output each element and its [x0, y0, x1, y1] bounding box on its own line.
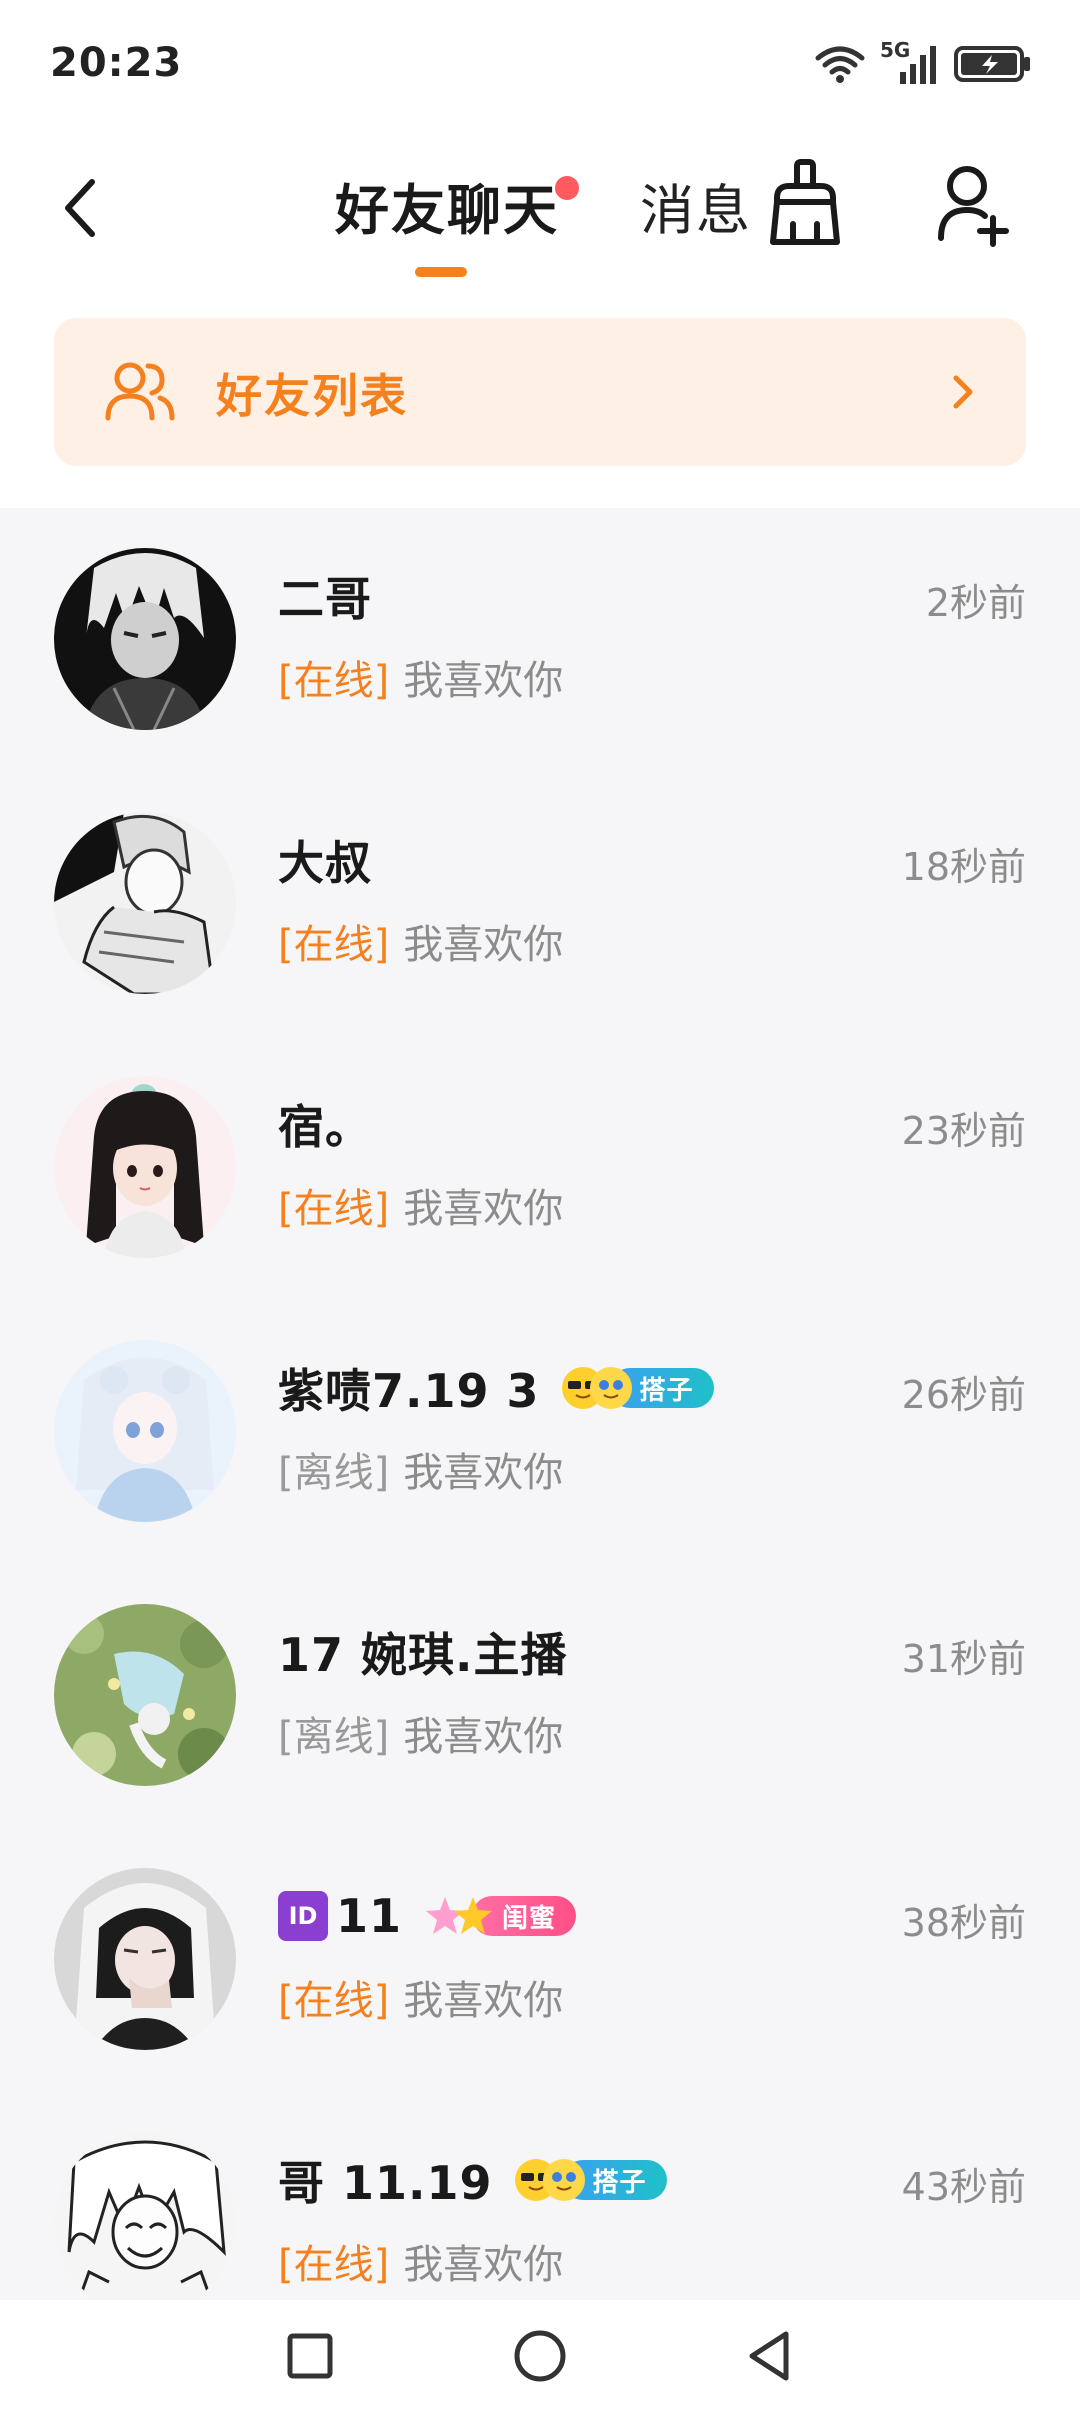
wifi-icon	[815, 46, 865, 83]
chat-item[interactable]: 哥 11.19 搭子 43秒前 [在线] 我喜欢你	[0, 2092, 1080, 2300]
clean-icon	[770, 159, 840, 245]
message-time: 26秒前	[901, 1373, 1026, 1417]
tab-friend-chat-label: 好友聊天	[335, 178, 559, 242]
message-preview: [在线] 我喜欢你	[278, 1968, 563, 2026]
offline-status: [离线]	[278, 1450, 390, 1496]
friend-list-banner[interactable]: 好友列表	[54, 318, 1026, 466]
online-status: [在线]	[278, 2242, 390, 2288]
avatar	[54, 548, 236, 730]
last-message: 我喜欢你	[403, 2242, 564, 2288]
message-preview: [离线] 我喜欢你	[278, 1440, 563, 1498]
contact-name: 17 婉琪.主播	[278, 1628, 568, 1682]
relationship-tag: 闺蜜	[424, 1894, 577, 1938]
nick-row: 宿。	[278, 1092, 372, 1156]
status-icons: 5G	[814, 38, 1032, 86]
home-icon[interactable]	[508, 2324, 572, 2388]
message-time: 23秒前	[901, 1109, 1026, 1153]
relationship-tag: 搭子	[514, 2158, 667, 2202]
tab-messages[interactable]: 消息	[640, 160, 752, 250]
system-nav-bar	[0, 2300, 1080, 2412]
message-time: 43秒前	[901, 2165, 1026, 2209]
nick-row: 哥 11.19 搭子	[278, 2148, 667, 2212]
add-friend-icon	[938, 166, 1009, 247]
chat-item[interactable]: 宿。 23秒前 [在线] 我喜欢你	[0, 1036, 1080, 1300]
status-time: 20:23	[50, 40, 183, 86]
id-badge: ID	[278, 1891, 328, 1941]
recent-apps-icon[interactable]	[278, 2324, 342, 2388]
unread-dot	[555, 176, 579, 200]
message-preview: [在线] 我喜欢你	[278, 648, 563, 706]
last-message: 我喜欢你	[403, 658, 564, 704]
yellow-star-icon	[452, 1895, 494, 1937]
last-message: 我喜欢你	[403, 1978, 564, 2024]
avatar	[54, 1868, 236, 2050]
avatar	[54, 1604, 236, 1786]
friend-list-label: 好友列表	[216, 369, 408, 423]
active-tab-indicator	[415, 267, 467, 277]
avatar	[54, 1076, 236, 1258]
online-status: [在线]	[278, 1186, 390, 1232]
relationship-tag: 搭子	[561, 1366, 714, 1410]
online-status: [在线]	[278, 1978, 390, 2024]
chat-item[interactable]: ID 11 闺蜜 38秒前 [在线] 我喜欢你	[0, 1828, 1080, 2092]
star-eyes-emoji-icon	[589, 1367, 632, 1409]
message-preview: [在线] 我喜欢你	[278, 912, 563, 970]
contact-name: 紫啧7.19 3	[278, 1364, 540, 1418]
nick-row: 二哥	[278, 564, 372, 628]
message-time: 2秒前	[925, 581, 1026, 625]
online-status: [在线]	[278, 922, 390, 968]
tab-messages-label: 消息	[640, 178, 752, 242]
message-preview: [离线] 我喜欢你	[278, 1704, 563, 1762]
back-nav-icon[interactable]	[738, 2324, 802, 2388]
chat-item[interactable]: 大叔 18秒前 [在线] 我喜欢你	[0, 772, 1080, 1036]
last-message: 我喜欢你	[403, 1714, 564, 1760]
avatar	[54, 2132, 236, 2300]
friends-icon	[105, 362, 175, 421]
contact-name: 哥 11.19	[278, 2156, 493, 2210]
tab-friend-chat[interactable]: 好友聊天	[335, 160, 579, 250]
star-eyes-emoji-icon	[542, 2159, 585, 2201]
chat-list[interactable]: 二哥 2秒前 [在线] 我喜欢你 大叔 18秒前 [在线] 我喜欢你 宿。 23…	[0, 508, 1080, 2300]
nick-row: 17 婉琪.主播	[278, 1620, 568, 1684]
contact-name: 11	[336, 1889, 403, 1943]
add-friend-button[interactable]	[935, 160, 1015, 250]
chevron-right-icon	[953, 375, 973, 409]
contact-name: 宿。	[278, 1100, 372, 1154]
back-icon	[65, 179, 95, 237]
avatar	[54, 812, 236, 994]
cellular-signal-icon: 5G	[880, 38, 940, 86]
last-message: 我喜欢你	[403, 1450, 564, 1496]
chat-item[interactable]: 17 婉琪.主播 31秒前 [离线] 我喜欢你	[0, 1564, 1080, 1828]
clean-button[interactable]	[765, 158, 845, 248]
last-message: 我喜欢你	[403, 1186, 564, 1232]
contact-name: 二哥	[278, 572, 372, 626]
battery-charging-icon	[954, 46, 1030, 82]
nick-row: 紫啧7.19 3 搭子	[278, 1356, 714, 1420]
contact-name: 大叔	[278, 836, 372, 890]
top-nav: 好友聊天 消息	[0, 130, 1080, 295]
message-time: 31秒前	[901, 1637, 1026, 1681]
nick-row: ID 11 闺蜜	[278, 1884, 577, 1948]
message-time: 38秒前	[901, 1901, 1026, 1945]
chat-item[interactable]: 二哥 2秒前 [在线] 我喜欢你	[0, 508, 1080, 772]
message-preview: [在线] 我喜欢你	[278, 1176, 563, 1234]
message-preview: [在线] 我喜欢你	[278, 2232, 563, 2290]
online-status: [在线]	[278, 658, 390, 704]
chat-item[interactable]: 紫啧7.19 3 搭子 26秒前 [离线] 我喜欢你	[0, 1300, 1080, 1564]
message-time: 18秒前	[901, 845, 1026, 889]
nick-row: 大叔	[278, 828, 372, 892]
back-button[interactable]	[50, 168, 110, 248]
status-bar: 20:23 5G	[0, 0, 1080, 130]
avatar	[54, 1340, 236, 1522]
offline-status: [离线]	[278, 1714, 390, 1760]
last-message: 我喜欢你	[403, 922, 564, 968]
